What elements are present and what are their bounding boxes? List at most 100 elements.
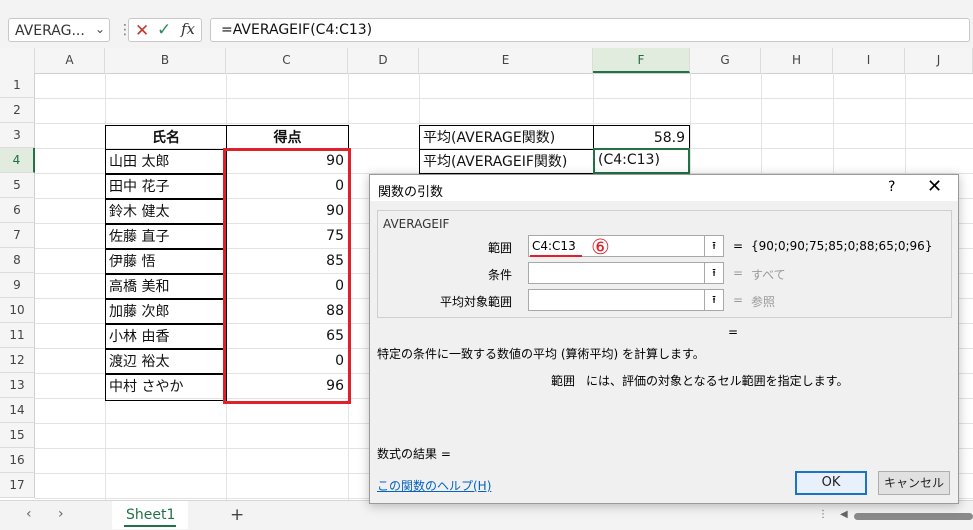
formula-result-label: 数式の結果 = [377,447,451,461]
row-header-3[interactable]: 3 [0,123,35,148]
grid-line [35,123,973,124]
collapse-dialog-icon[interactable]: ⭱ [704,289,724,311]
column-header-row: A B C D E F G H I J [0,48,973,74]
name-cell[interactable]: 渡辺 裕太 [105,349,227,374]
name-cell[interactable]: 鈴木 健太 [105,199,227,224]
score-range-highlight [223,148,351,404]
arg-input-range[interactable]: C4:C13 [528,235,706,257]
name-cell[interactable]: 田中 花子 [105,174,227,199]
arg-result-criteria: すべて [751,268,786,282]
row-header-15[interactable]: 15 [0,423,35,448]
average-label-cell[interactable]: 平均(AVERAGE関数) [419,125,594,150]
row-header-6[interactable]: 6 [0,198,35,223]
row-header-13[interactable]: 13 [0,373,35,398]
header-name-cell[interactable]: 氏名 [105,125,227,150]
function-result-equals: = [728,325,739,339]
sheet-tab-bar: ‹ › Sheet1 + ⋮ ◀ [0,500,973,530]
function-description: 特定の条件に一致する数値の平均 (算術平均) を計算します。 [377,347,705,361]
dialog-titlebar[interactable]: 関数の引数 ? ✕ [370,175,958,201]
check-icon[interactable]: ✓ [157,20,171,40]
column-header-f[interactable]: F [593,48,690,73]
arg-equals: = [733,239,744,253]
arg-input-average-range[interactable] [528,289,706,311]
row-header-11[interactable]: 11 [0,323,35,348]
scroll-grip-icon[interactable]: ⋮ [818,509,828,520]
average-value-cell[interactable]: 58.9 [593,125,690,150]
sheet-tab-underline [124,525,176,527]
name-cell[interactable]: 加藤 次郎 [105,299,227,324]
arg-result-range: {90;0;90;75;85;0;88;65;0;96} [751,239,933,253]
column-header-e[interactable]: E [419,48,593,73]
name-cell[interactable]: 佐藤 直子 [105,224,227,249]
range-annotation-underline [530,255,582,257]
row-header-7[interactable]: 7 [0,223,35,248]
row-header-14[interactable]: 14 [0,398,35,423]
chevron-right-icon[interactable]: › [58,506,64,522]
formula-input[interactable]: =AVERAGEIF(C4:C13) [210,18,970,42]
function-name: AVERAGEIF [383,217,450,231]
formula-bar: AVERAG... ⌄ ⋮ ✕ ✓ fx =AVERAGEIF(C4:C13) [0,10,973,49]
column-header-g[interactable]: G [690,48,761,73]
name-cell[interactable]: 伊藤 悟 [105,249,227,274]
cancel-icon[interactable]: ✕ [135,21,149,41]
arg-input-criteria[interactable] [528,262,706,284]
select-all-corner[interactable] [0,48,35,73]
chevron-down-icon[interactable]: ⌄ [95,22,105,36]
arg-equals: = [733,293,744,307]
arg-label-average-range: 平均対象範囲 [439,295,512,309]
function-arguments-dialog: 関数の引数 ? ✕ AVERAGEIF 範囲 C4:C13 ⭱ = {90;0;… [369,174,959,504]
row-header-8[interactable]: 8 [0,248,35,273]
column-header-c[interactable]: C [226,48,348,73]
active-cell[interactable]: (C4:C13) [593,148,690,174]
name-box[interactable]: AVERAG... ⌄ [8,18,110,42]
name-cell[interactable]: 高橋 美和 [105,274,227,299]
row-header-1[interactable]: 1 [0,73,35,98]
arg-equals: = [733,266,744,280]
step-number-annotation: ⑥ [591,235,610,259]
header-score-cell[interactable]: 得点 [226,125,349,150]
arg-label-criteria: 条件 [487,268,512,282]
name-cell[interactable]: 中村 さやか [105,374,227,401]
help-icon[interactable]: ? [888,179,895,195]
arg-label-range: 範囲 [487,241,512,255]
sheet-tab-label: Sheet1 [126,507,176,523]
name-cell[interactable]: 山田 太郎 [105,149,227,174]
row-header-4[interactable]: 4 [0,148,35,173]
cancel-button[interactable]: キャンセル [878,471,950,495]
horizontal-scrollbar-thumb[interactable] [854,513,973,520]
row-header-12[interactable]: 12 [0,348,35,373]
argument-group: AVERAGEIF 範囲 C4:C13 ⭱ = {90;0;90;75;85;0… [377,210,952,318]
sheet-tab-sheet1[interactable]: Sheet1 [112,501,188,529]
column-header-a[interactable]: A [35,48,105,73]
row-header-5[interactable]: 5 [0,173,35,198]
arg-help-description: には、評価の対象となるセル範囲を指定します。 [586,374,849,388]
add-sheet-icon[interactable]: + [230,505,244,525]
collapse-dialog-icon[interactable]: ⭱ [704,262,724,284]
column-header-d[interactable]: D [348,48,419,73]
row-header-16[interactable]: 16 [0,448,35,473]
row-header-10[interactable]: 10 [0,298,35,323]
column-header-h[interactable]: H [761,48,833,73]
ok-button[interactable]: OK [795,471,867,495]
column-header-b[interactable]: B [105,48,226,73]
chevron-left-icon[interactable]: ‹ [26,506,32,522]
row-header-17[interactable]: 17 [0,473,35,498]
grid-line [35,98,973,99]
column-header-i[interactable]: I [833,48,905,73]
scroll-left-icon[interactable]: ◀ [840,509,848,520]
averageif-value-text: (C4:C13) [598,152,660,168]
insert-function-icon[interactable]: fx [181,20,195,38]
collapse-dialog-icon[interactable]: ⭱ [704,235,724,257]
close-icon[interactable]: ✕ [927,176,942,197]
dialog-title: 関数の引数 [378,185,444,200]
row-header-9[interactable]: 9 [0,273,35,298]
name-cell[interactable]: 小林 由香 [105,324,227,349]
averageif-label-cell[interactable]: 平均(AVERAGEIF関数) [419,149,594,174]
column-header-j[interactable]: J [905,48,973,73]
arg-help-name: 範囲 [551,374,576,388]
arg-result-average-range: 参照 [751,295,776,309]
formula-buttons: ✕ ✓ fx [128,18,202,42]
function-help-link[interactable]: この関数のヘルプ(H) [377,477,491,494]
name-box-text: AVERAG... [15,23,85,39]
row-header-2[interactable]: 2 [0,98,35,123]
